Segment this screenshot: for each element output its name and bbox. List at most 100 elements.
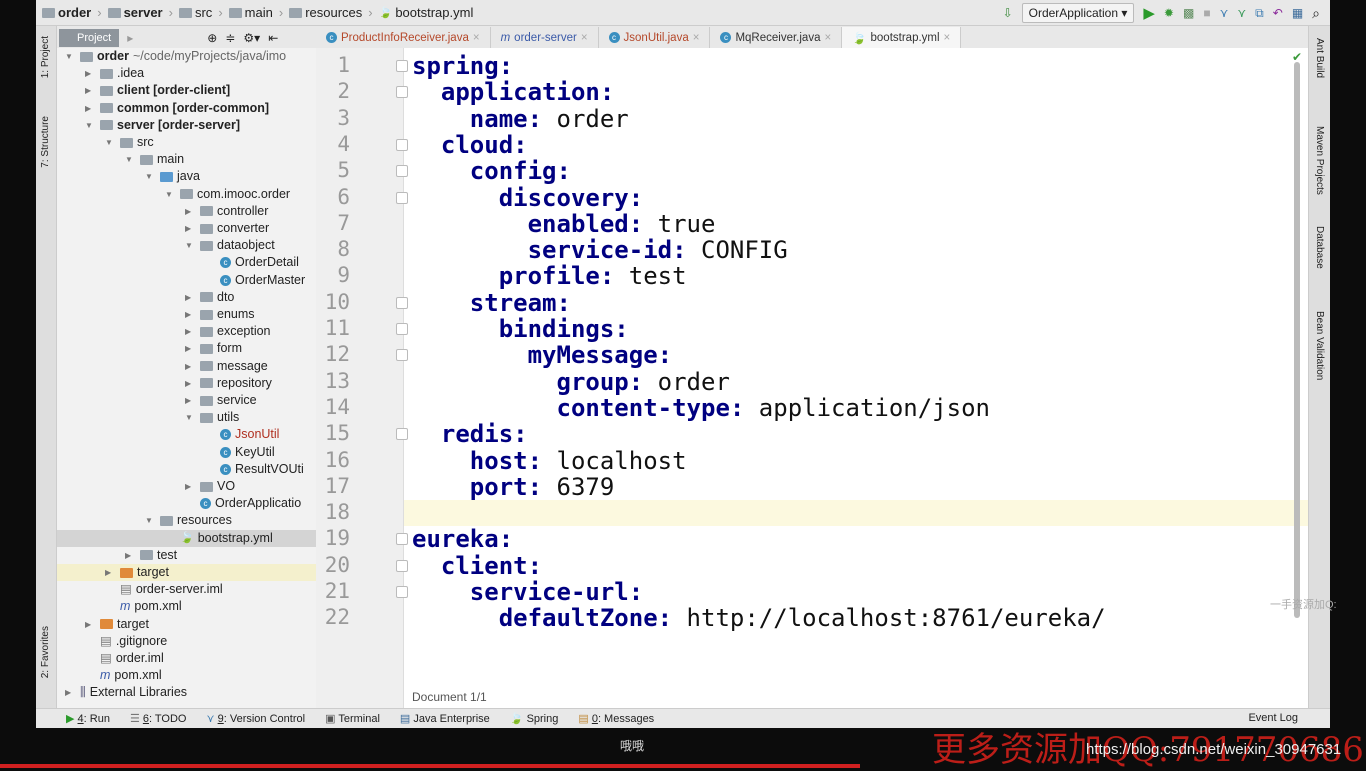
run-icon[interactable]: ▶: [1143, 4, 1155, 22]
chevron-down-icon[interactable]: ▼: [165, 186, 173, 203]
fold-marker[interactable]: [396, 586, 408, 598]
breadcrumb-item[interactable]: src: [178, 5, 212, 20]
gear-icon[interactable]: ⚙▾: [243, 31, 260, 45]
tree-item[interactable]: ▼ com.imooc.order: [57, 186, 316, 203]
chevron-down-icon[interactable]: ▼: [185, 237, 193, 254]
tree-item[interactable]: ▼ utils: [57, 409, 316, 426]
chevron-right-icon[interactable]: ▶: [85, 65, 91, 82]
search-icon[interactable]: ⌕: [1312, 5, 1320, 22]
fold-marker[interactable]: [396, 60, 408, 72]
chevron-right-icon[interactable]: ▶: [85, 100, 91, 117]
tree-item[interactable]: ▶ target: [57, 564, 316, 581]
chevron-right-icon[interactable]: ▶: [125, 547, 131, 564]
chevron-down-icon[interactable]: ▼: [145, 512, 153, 529]
tree-item[interactable]: ▤ .gitignore: [57, 633, 316, 650]
tool-button-terminal[interactable]: ▣ Terminal: [325, 712, 380, 725]
tree-item[interactable]: ▼ dataobject: [57, 237, 316, 254]
tool-button-messages[interactable]: ▤ 0: Messages: [578, 712, 654, 725]
tree-item[interactable]: ▶ target: [57, 616, 316, 633]
chevron-right-icon[interactable]: ▶: [185, 220, 191, 237]
tree-item[interactable]: ▶ converter: [57, 220, 316, 237]
tool-button-java-enterprise[interactable]: ▤ Java Enterprise: [400, 712, 490, 725]
close-icon[interactable]: ×: [693, 32, 700, 44]
collapse-icon[interactable]: ≑: [225, 31, 235, 45]
tree-item[interactable]: ▼ main: [57, 151, 316, 168]
locate-icon[interactable]: ⊕: [207, 31, 217, 45]
tree-item[interactable]: ▶ common [order-common]: [57, 100, 316, 117]
build-icon[interactable]: ⇩: [1003, 6, 1013, 20]
tree-item[interactable]: ▼ server [order-server]: [57, 117, 316, 134]
stop-icon[interactable]: ■: [1203, 6, 1210, 20]
fold-marker[interactable]: [396, 323, 408, 335]
scrollbar[interactable]: [1294, 62, 1300, 618]
tab-mqreceiver-java[interactable]: c MqReceiver.java ×: [710, 27, 843, 48]
chevron-down-icon[interactable]: ▼: [65, 48, 73, 65]
tree-item[interactable]: ▼ order ~/code/myProjects/java/imo: [57, 48, 316, 65]
tree-item[interactable]: ▼ resources: [57, 512, 316, 529]
tree-item[interactable]: ▶ message: [57, 358, 316, 375]
chevron-down-icon[interactable]: ▼: [105, 134, 113, 151]
close-icon[interactable]: ×: [944, 32, 951, 44]
chevron-right-icon[interactable]: ▶: [185, 306, 191, 323]
tree-item[interactable]: ▼ java: [57, 168, 316, 185]
tree-item[interactable]: c ResultVOUti: [57, 461, 316, 478]
tree-item[interactable]: ▶ controller: [57, 203, 316, 220]
tool-favorites[interactable]: 2: Favorites: [40, 626, 51, 678]
chevron-down-icon[interactable]: ▼: [145, 168, 153, 185]
chevron-down-icon[interactable]: ▼: [125, 151, 133, 168]
close-icon[interactable]: ×: [824, 32, 831, 44]
tree-item[interactable]: ▤ order.iml: [57, 650, 316, 667]
tool-bean-validation[interactable]: Bean Validation: [1314, 311, 1325, 380]
chevron-down-icon[interactable]: ▼: [85, 117, 93, 134]
close-icon[interactable]: ×: [473, 32, 480, 44]
tree-item[interactable]: m pom.xml: [57, 598, 316, 615]
tool-button-run[interactable]: ▶ 4: Run: [66, 712, 110, 725]
chevron-right-icon[interactable]: ▶: [185, 375, 191, 392]
tree-item[interactable]: ▶ dto: [57, 289, 316, 306]
tree-item[interactable]: ▤ order-server.iml: [57, 581, 316, 598]
coverage-icon[interactable]: ▩: [1183, 6, 1194, 20]
tree-item[interactable]: c OrderApplicatio: [57, 495, 316, 512]
tree-item[interactable]: ▶ client [order-client]: [57, 82, 316, 99]
run-config-select[interactable]: OrderApplication ▾: [1021, 3, 1135, 23]
tree-item[interactable]: ▶ VO: [57, 478, 316, 495]
fold-marker[interactable]: [396, 559, 408, 572]
tool-project[interactable]: 1: Project: [40, 36, 51, 78]
chevron-right-icon[interactable]: ▶: [65, 684, 71, 701]
tree-item[interactable]: ▶ ⫼ External Libraries: [57, 684, 316, 701]
tree-item[interactable]: m pom.xml: [57, 667, 316, 684]
tool-button-todo[interactable]: ☰ 6: TODO: [130, 712, 187, 725]
chevron-right-icon[interactable]: ▸: [127, 31, 133, 45]
fold-marker[interactable]: [396, 86, 408, 99]
tree-item[interactable]: ▶ test: [57, 547, 316, 564]
tree-item[interactable]: ▶ repository: [57, 375, 316, 392]
debug-icon[interactable]: ✹: [1164, 6, 1174, 20]
hide-icon[interactable]: ⇤: [268, 31, 278, 45]
close-icon[interactable]: ×: [581, 32, 588, 44]
tree-item[interactable]: ▶ service: [57, 392, 316, 409]
tree-item[interactable]: ▶ exception: [57, 323, 316, 340]
chevron-right-icon[interactable]: ▶: [85, 82, 91, 99]
compare-icon[interactable]: ⧉: [1255, 6, 1264, 21]
chevron-right-icon[interactable]: ▶: [185, 323, 191, 340]
chevron-right-icon[interactable]: ▶: [185, 358, 191, 375]
tool-button-version-control[interactable]: ⋎ 9: Version Control: [206, 712, 305, 725]
chevron-right-icon[interactable]: ▶: [185, 203, 191, 220]
tree-item[interactable]: ▶ .idea: [57, 65, 316, 82]
fold-marker[interactable]: [396, 349, 408, 362]
video-progress-bar[interactable]: [0, 764, 860, 768]
breadcrumb-item[interactable]: resources: [289, 5, 362, 20]
project-structure-icon[interactable]: ▦: [1292, 6, 1303, 20]
revert-icon[interactable]: ↶: [1273, 6, 1283, 20]
tool-maven[interactable]: Maven Projects: [1314, 126, 1325, 195]
tree-item[interactable]: ▶ form: [57, 340, 316, 357]
tool-ant-build[interactable]: Ant Build: [1314, 38, 1325, 78]
tree-item[interactable]: c KeyUtil: [57, 444, 316, 461]
tree-item[interactable]: ▼ src: [57, 134, 316, 151]
tree-item[interactable]: 🍃 bootstrap.yml: [57, 529, 316, 547]
project-view-button[interactable]: Project: [59, 28, 120, 47]
vcs-commit-icon[interactable]: ⋎: [1237, 6, 1246, 20]
fold-marker[interactable]: [396, 165, 408, 178]
tool-database[interactable]: Database: [1314, 226, 1325, 269]
tree-item[interactable]: c OrderMaster: [57, 272, 316, 289]
